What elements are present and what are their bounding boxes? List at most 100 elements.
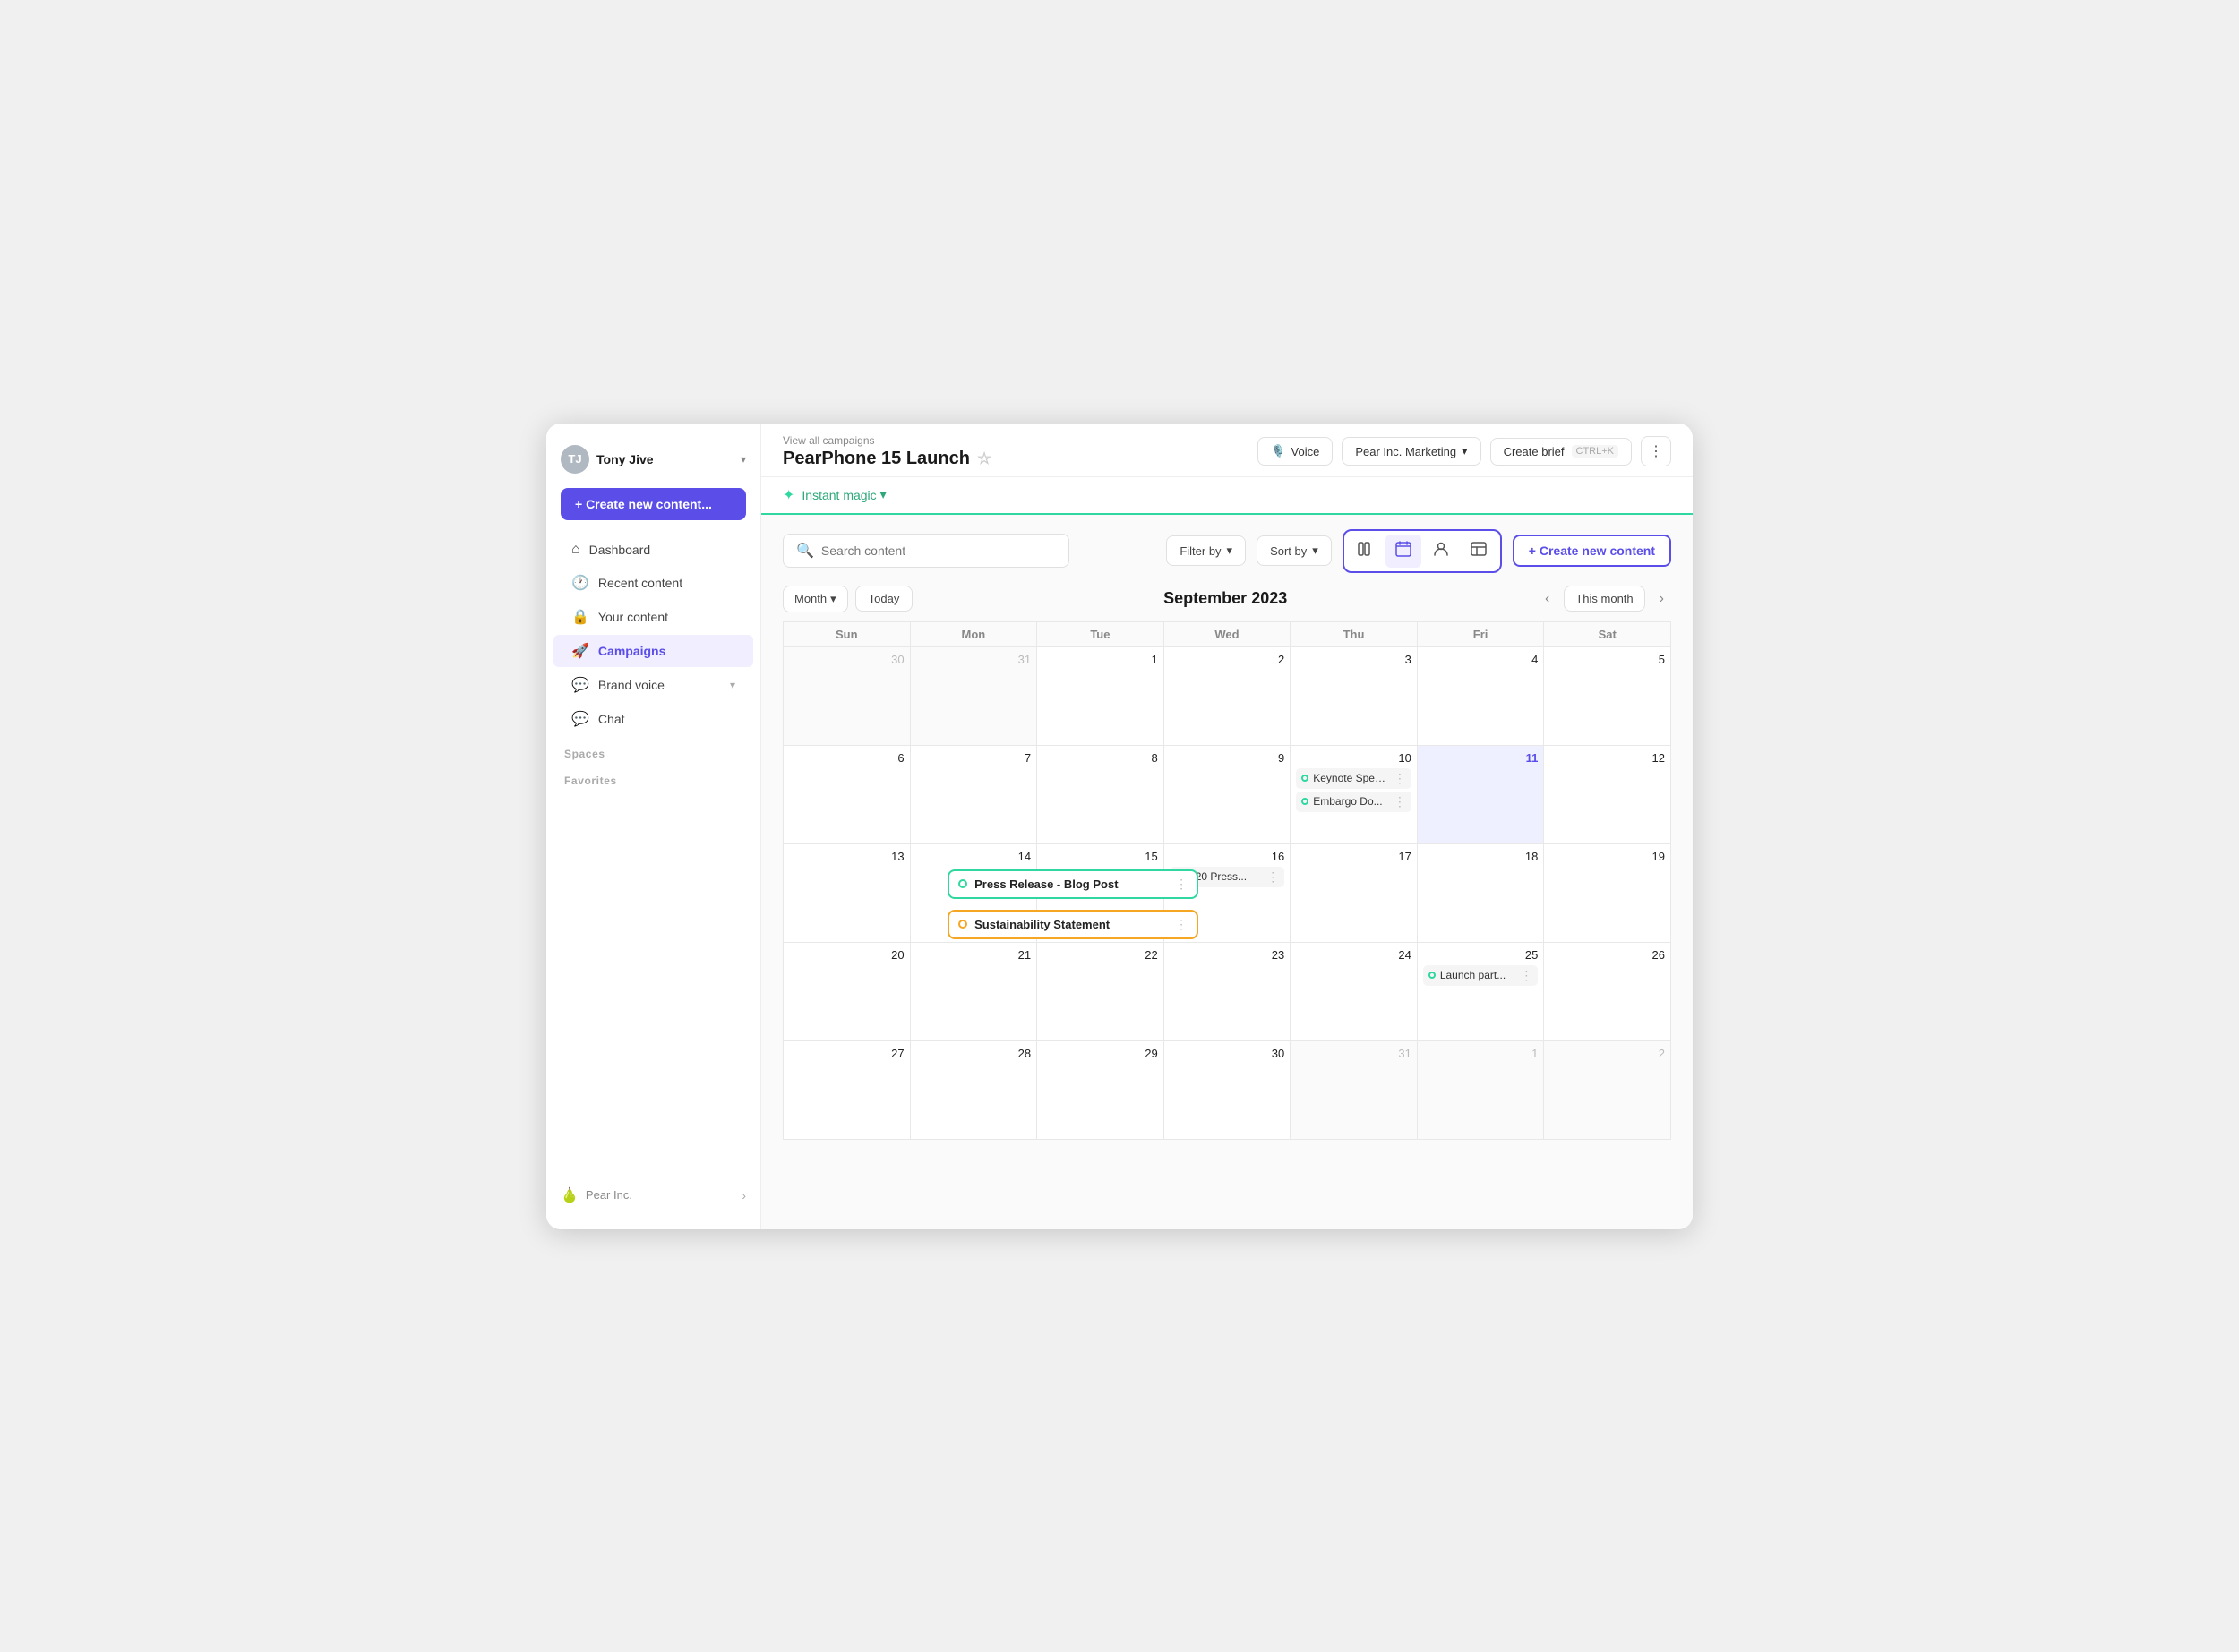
prev-month-button[interactable]: ‹ <box>1538 586 1557 612</box>
day-number: 10 <box>1296 751 1411 765</box>
workspace-footer[interactable]: 🍐 Pear Inc. › <box>546 1176 760 1215</box>
calendar-day: 7 <box>910 745 1037 843</box>
sort-chevron-icon: ▾ <box>1312 544 1318 558</box>
calendar-week-row: 30 31 1 2 3 4 5 <box>784 646 1671 745</box>
day-number: 1 <box>1423 1047 1539 1060</box>
sidebar-item-dashboard[interactable]: ⌂ Dashboard <box>553 535 753 565</box>
day-number: 30 <box>1170 1047 1285 1060</box>
create-new-content-button[interactable]: + Create new content... <box>561 488 746 520</box>
view-calendar-button[interactable] <box>1385 535 1421 568</box>
calendar-nav-right: ‹ This month › <box>1538 586 1671 612</box>
sort-by-button[interactable]: Sort by ▾ <box>1257 535 1332 566</box>
top-bar-left: View all campaigns PearPhone 15 Launch ☆ <box>783 434 991 469</box>
calendar-day: 22 <box>1037 942 1164 1040</box>
day-number: 9 <box>1170 751 1285 765</box>
calendar-event[interactable]: Embargo Do... ⋮ <box>1296 792 1411 812</box>
username: Tony Jive <box>596 452 654 466</box>
spaces-section: Spaces <box>546 737 760 764</box>
day-number: 23 <box>1170 948 1285 962</box>
calendar-day: 19 <box>1544 843 1671 942</box>
calendar-grid: Sun Mon Tue Wed Thu Fri Sat 30 31 1 <box>783 621 1671 1140</box>
brand-voice-icon: 💬 <box>571 676 589 694</box>
footer-chevron-icon: › <box>742 1188 746 1203</box>
calendar-day: 6 <box>784 745 911 843</box>
next-month-button[interactable]: › <box>1652 586 1671 612</box>
calendar-day: 31 <box>910 646 1037 745</box>
day-number: 7 <box>916 751 1032 765</box>
calendar-day: 27 <box>784 1040 911 1139</box>
calendar-event[interactable]: Launch part... ⋮ <box>1423 965 1539 986</box>
create-brief-button[interactable]: Create brief CTRL+K <box>1490 438 1632 466</box>
day-number: 21 <box>916 948 1032 962</box>
month-selector-button[interactable]: Month ▾ <box>783 586 848 612</box>
sidebar-item-brand-voice[interactable]: 💬 Brand voice ▾ <box>553 669 753 701</box>
event-label: Press Release - Blog Post <box>974 877 1168 891</box>
calendar-day: 29 <box>1037 1040 1164 1139</box>
day-number: 16 <box>1170 850 1285 863</box>
day-number: 15 <box>1042 850 1158 863</box>
month-label: Month <box>794 592 827 605</box>
event-more-icon[interactable]: ⋮ <box>1266 869 1279 885</box>
magic-label-text: Instant magic <box>802 488 876 502</box>
org-selector-button[interactable]: Pear Inc. Marketing ▾ <box>1342 437 1480 466</box>
search-box[interactable]: 🔍 <box>783 534 1069 568</box>
workspace-name: Pear Inc. <box>586 1188 632 1202</box>
calendar-day: 3 <box>1291 646 1418 745</box>
event-more-icon[interactable]: ⋮ <box>1175 917 1188 932</box>
view-columns-button[interactable] <box>1348 535 1384 568</box>
view-table-button[interactable] <box>1461 535 1497 568</box>
event-more-icon[interactable]: ⋮ <box>1175 877 1188 892</box>
calendar-wrap: Sun Mon Tue Wed Thu Fri Sat 30 31 1 <box>761 621 1693 1229</box>
view-person-button[interactable] <box>1423 535 1459 568</box>
day-number: 14 <box>916 850 1032 863</box>
voice-label: Voice <box>1291 445 1320 458</box>
today-button[interactable]: Today <box>855 586 914 612</box>
calendar-day: 25 Launch part... ⋮ <box>1417 942 1544 1040</box>
create-new-content-button[interactable]: + Create new content <box>1513 535 1671 567</box>
sidebar-item-chat[interactable]: 💬 Chat <box>553 703 753 735</box>
sidebar-item-your-content[interactable]: 🔒 Your content <box>553 601 753 633</box>
more-options-button[interactable]: ⋮ <box>1641 436 1671 466</box>
this-month-button[interactable]: This month <box>1564 586 1644 612</box>
breadcrumb[interactable]: View all campaigns <box>783 434 991 447</box>
calendar-day: 15 Press Release - Blog Post ⋮ Sustainab… <box>1037 843 1164 942</box>
filter-by-button[interactable]: Filter by ▾ <box>1166 535 1246 566</box>
calendar-day: 5 <box>1544 646 1671 745</box>
calendar-day: 1 <box>1037 646 1164 745</box>
search-input[interactable] <box>821 544 1056 558</box>
calendar-day: 4 <box>1417 646 1544 745</box>
calendar-day-today: 11 <box>1417 745 1544 843</box>
top-bar-right: 🎙️ Voice Pear Inc. Marketing ▾ Create br… <box>1257 436 1671 466</box>
calendar-event[interactable]: Keynote Speech ⋮ <box>1296 768 1411 789</box>
calendar-header-row: Sun Mon Tue Wed Thu Fri Sat <box>784 621 1671 646</box>
event-more-icon[interactable]: ⋮ <box>1520 968 1532 983</box>
voice-button[interactable]: 🎙️ Voice <box>1257 437 1333 466</box>
calendar-day: 28 <box>910 1040 1037 1139</box>
sustainability-event[interactable]: Sustainability Statement ⋮ <box>948 910 1198 939</box>
sidebar-item-recent-content[interactable]: 🕐 Recent content <box>553 567 753 599</box>
calendar-day: 30 <box>784 646 911 745</box>
event-overlay: Press Release - Blog Post ⋮ Sustainabili… <box>948 869 1198 939</box>
create-brief-label: Create brief <box>1504 445 1565 458</box>
favorite-star-icon[interactable]: ☆ <box>977 449 991 468</box>
event-more-icon[interactable]: ⋮ <box>1394 794 1406 809</box>
day-number: 24 <box>1296 948 1411 962</box>
header-sat: Sat <box>1544 621 1671 646</box>
magic-chevron-icon: ▾ <box>880 487 887 502</box>
event-dot-icon <box>1428 972 1436 979</box>
event-dot-icon <box>958 879 967 888</box>
event-label: Keynote Speech <box>1313 772 1389 784</box>
event-label: Launch part... <box>1440 969 1516 981</box>
sidebar-item-campaigns[interactable]: 🚀 Campaigns <box>553 635 753 667</box>
calendar-day: 30 <box>1163 1040 1291 1139</box>
calendar-icon <box>1394 540 1412 558</box>
press-release-event[interactable]: Press Release - Blog Post ⋮ <box>948 869 1198 899</box>
calendar-nav: Month ▾ Today September 2023 ‹ This mont… <box>761 582 1693 621</box>
magic-bar: ✦ Instant magic ▾ <box>761 477 1693 515</box>
user-menu[interactable]: TJ Tony Jive ▾ <box>546 438 760 488</box>
instant-magic-button[interactable]: Instant magic ▾ <box>802 487 886 502</box>
brand-voice-chevron-icon: ▾ <box>730 679 735 691</box>
event-more-icon[interactable]: ⋮ <box>1394 771 1406 786</box>
calendar-day: 17 <box>1291 843 1418 942</box>
day-number: 19 <box>1549 850 1665 863</box>
